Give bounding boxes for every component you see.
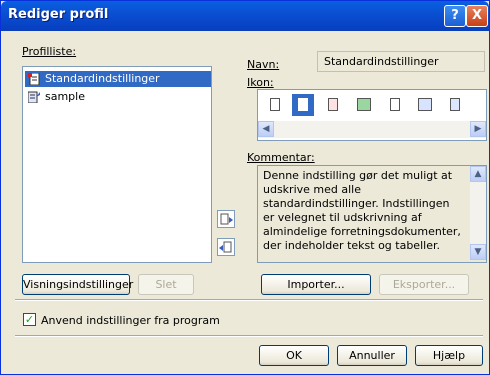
scroll-left-icon[interactable]: ◀ <box>258 121 274 137</box>
display-settings-button[interactable]: Visningsindstillinger <box>22 274 133 295</box>
icon-option-blank[interactable] <box>384 94 406 116</box>
name-label: Navn: <box>247 58 279 71</box>
image-page-icon <box>357 98 371 111</box>
comment-textarea[interactable]: Denne indstilling gør det muligt at udsk… <box>257 165 487 263</box>
icon-option-doc[interactable] <box>444 94 466 116</box>
divider <box>15 299 483 301</box>
icon-option-tag[interactable] <box>322 94 344 116</box>
use-program-settings-checkbox[interactable]: ✓ <box>23 313 36 326</box>
scroll-right-icon[interactable]: ▶ <box>470 121 486 137</box>
name-field: Standardindstillinger <box>317 51 485 72</box>
help-title-button[interactable]: ? <box>444 5 466 27</box>
import-button[interactable]: Importer... <box>261 274 371 295</box>
window-title: Rediger profil <box>8 7 109 22</box>
move-down-icon <box>219 241 232 253</box>
divider <box>15 335 483 337</box>
profile-item-label: sample <box>45 90 85 103</box>
scroll-down-icon[interactable]: ▼ <box>470 244 486 260</box>
doc-page-icon <box>450 98 460 111</box>
icon-option-landscape[interactable] <box>414 94 436 116</box>
document-profile-icon <box>27 91 40 104</box>
profile-item-label: Standardindstillinger <box>45 72 160 85</box>
comment-scrollbar[interactable]: ▲ ▼ <box>470 166 486 260</box>
icon-label-text: Ikon: <box>247 76 274 89</box>
use-program-settings-label: Anvend indstillinger fra program <box>41 314 220 327</box>
icon-picker[interactable]: ◀ ▶ <box>257 89 487 141</box>
profile-list[interactable]: Standardindstillinger sample <box>22 66 212 263</box>
icon-scrollbar[interactable]: ◀ ▶ <box>258 121 486 138</box>
move-up-button[interactable] <box>217 210 235 228</box>
icon-option-list[interactable] <box>264 94 286 116</box>
list-page-icon <box>270 98 280 111</box>
move-down-button[interactable] <box>217 238 235 256</box>
blank-page-icon <box>390 98 400 111</box>
help-button[interactable]: Hjælp <box>415 345 483 366</box>
icon-label: Ikon: <box>247 76 274 89</box>
icon-option-default[interactable] <box>292 94 314 116</box>
tag-page-icon <box>328 98 338 111</box>
comment-label: Kommentar: <box>247 151 315 164</box>
profile-item-default[interactable]: Standardindstillinger <box>25 71 211 87</box>
scroll-up-icon[interactable]: ▲ <box>470 166 486 182</box>
comment-text: Denne indstilling gør det muligt at udsk… <box>263 169 461 252</box>
default-page-icon <box>298 98 308 111</box>
cancel-button[interactable]: Annuller <box>337 345 407 366</box>
comment-label-text: Kommentar: <box>247 151 315 164</box>
ok-button[interactable]: OK <box>259 345 329 366</box>
move-up-icon <box>220 213 233 225</box>
profile-list-label: Profilliste: <box>22 45 76 58</box>
name-label-text: Navn: <box>247 58 280 71</box>
edit-profile-dialog: Rediger profil ? X Profilliste: Standard… <box>0 0 490 375</box>
profile-list-label-text: Profilliste: <box>22 45 77 58</box>
export-button[interactable]: Eksporter... <box>379 274 469 295</box>
close-button[interactable]: X <box>466 5 488 27</box>
profile-item-sample[interactable]: sample <box>25 89 91 105</box>
landscape-page-icon <box>418 98 432 111</box>
title-bar[interactable]: Rediger profil ? X <box>1 1 489 31</box>
default-profile-icon <box>28 72 40 86</box>
icon-option-image[interactable] <box>353 94 375 116</box>
delete-button[interactable]: Slet <box>138 274 194 295</box>
